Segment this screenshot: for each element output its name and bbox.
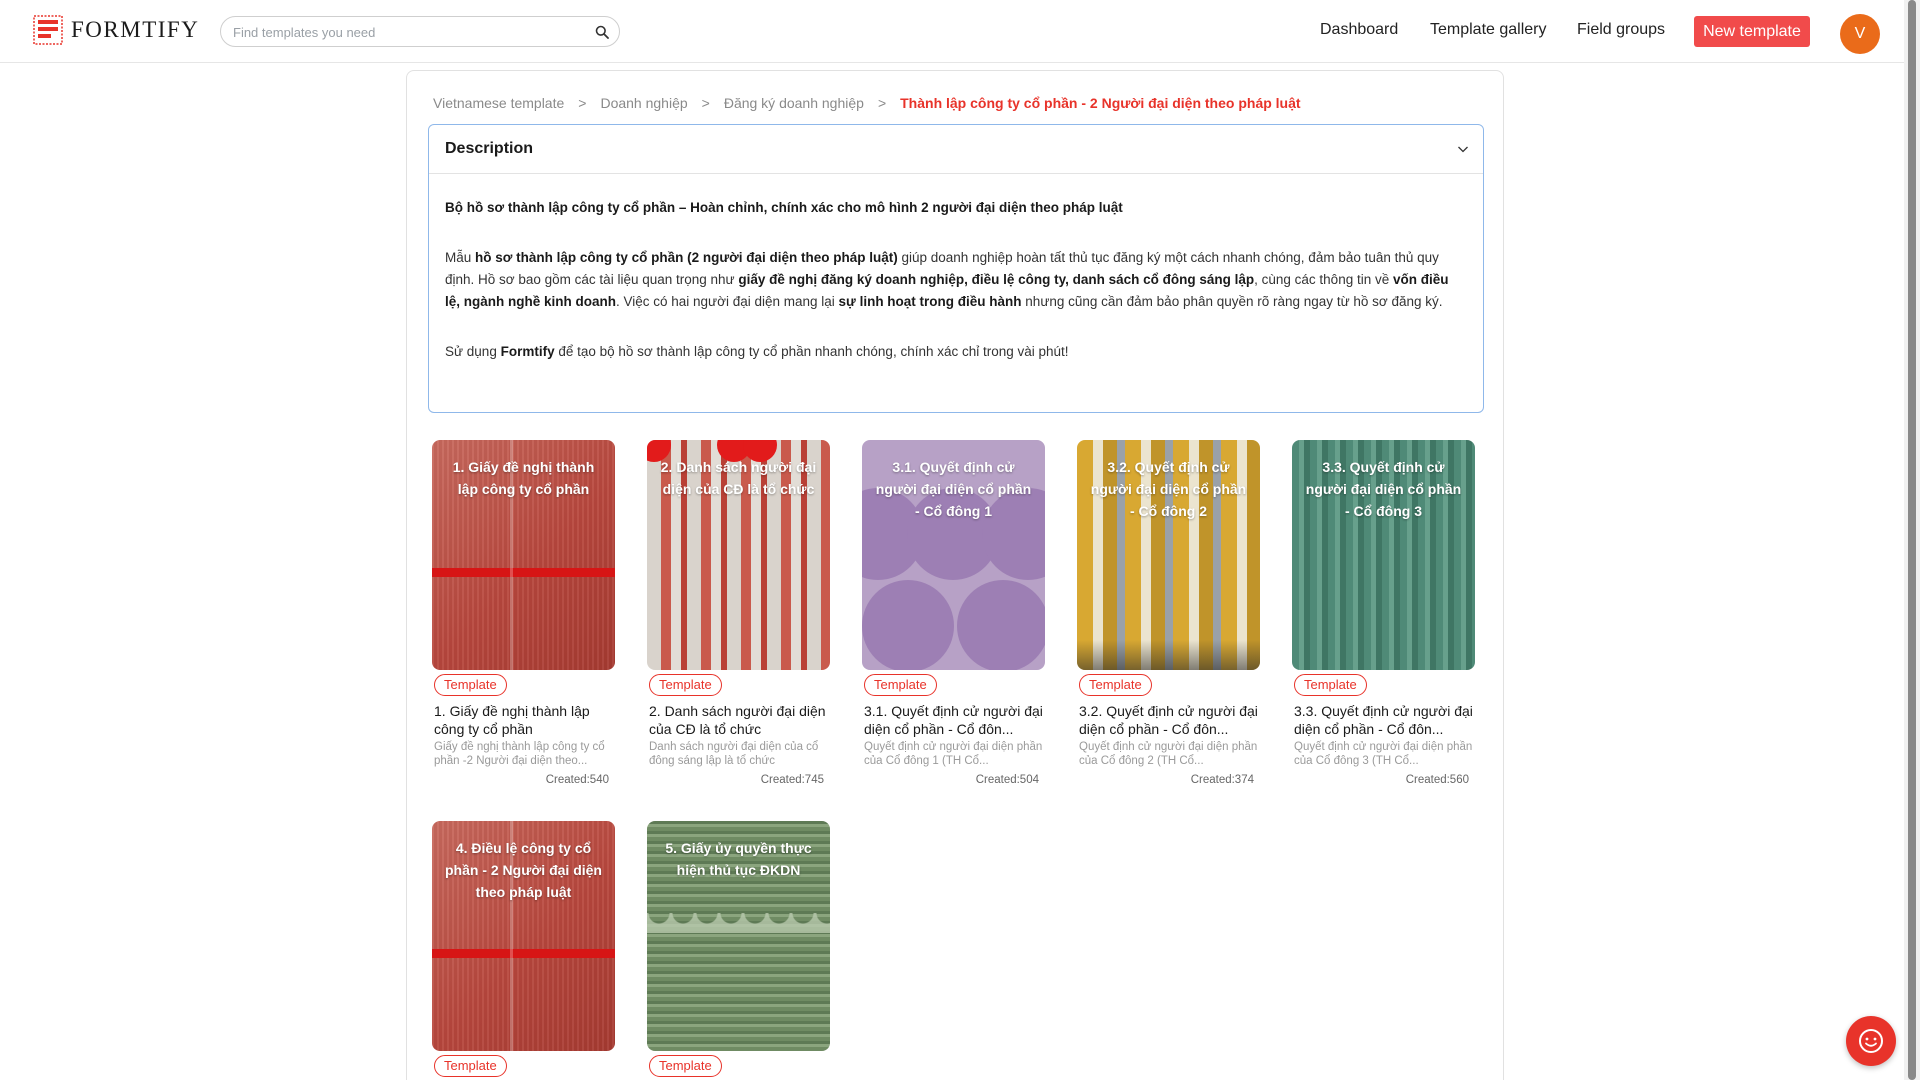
template-description: Giấy đề nghị thành lập công ty cổ phần -… bbox=[434, 741, 605, 767]
template-description: Danh sách người đại diện của cổ đông sán… bbox=[649, 741, 819, 767]
page-scrollbar[interactable] bbox=[1904, 0, 1920, 1080]
search-icon[interactable] bbox=[595, 25, 609, 39]
template-detail-panel: Vietnamese template > Doanh nghiệp > Đăn… bbox=[406, 70, 1504, 1080]
chevron-down-icon[interactable] bbox=[1457, 143, 1469, 155]
description-header[interactable]: Description bbox=[429, 125, 1483, 174]
scrollbar-thumb[interactable] bbox=[1908, 0, 1916, 1080]
thumbnail-title: 3.2. Quyết định cử người đại diện cổ phầ… bbox=[1090, 459, 1247, 519]
avatar[interactable]: V bbox=[1840, 14, 1880, 54]
description-headline: Bộ hồ sơ thành lập công ty cổ phần – Hoà… bbox=[445, 200, 1123, 215]
template-badge: Template bbox=[649, 674, 722, 696]
template-badge: Template bbox=[649, 1055, 722, 1077]
breadcrumb-current: Thành lập công ty cổ phần - 2 Người đại … bbox=[900, 95, 1301, 111]
nav-dashboard[interactable]: Dashboard bbox=[1320, 21, 1398, 39]
description-cta: Sử dụng Formtify để tạo bộ hồ sơ thành l… bbox=[445, 344, 1069, 359]
description-paragraph: Mẫu hồ sơ thành lập công ty cổ phần (2 n… bbox=[445, 250, 1449, 309]
template-name[interactable]: 2. Danh sách người đại diện của CĐ là tổ… bbox=[649, 702, 829, 738]
created-count: Created:540 bbox=[545, 774, 609, 786]
template-description: Quyết định cử người đại diện phần của Cổ… bbox=[1294, 741, 1473, 767]
template-thumbnail[interactable]: 3.3. Quyết định cử người đại diện cổ phầ… bbox=[1292, 440, 1475, 670]
template-thumbnail[interactable]: 5. Giấy ủy quyền thực hiện thủ tục ĐKDN bbox=[647, 821, 830, 1051]
template-badge: Template bbox=[864, 674, 937, 696]
top-header: FORMTIFY Dashboard Template gallery Fiel… bbox=[0, 0, 1904, 63]
template-badge: Template bbox=[1079, 674, 1152, 696]
template-badge: Template bbox=[1294, 674, 1367, 696]
template-thumbnail[interactable]: 1. Giấy đề nghị thành lập công ty cổ phầ… bbox=[432, 440, 615, 670]
search-input[interactable] bbox=[233, 23, 583, 41]
template-thumbnail[interactable]: 2. Danh sách người đại diện của CĐ là tổ… bbox=[647, 440, 830, 670]
chat-button[interactable] bbox=[1846, 1016, 1896, 1066]
template-card[interactable]: 3.3. Quyết định cử người đại diện cổ phầ… bbox=[1292, 440, 1477, 786]
breadcrumb-item-dang-ky[interactable]: Đăng ký doanh nghiệp bbox=[724, 95, 864, 111]
description-title: Description bbox=[445, 140, 534, 157]
breadcrumb-item-vietnamese-template[interactable]: Vietnamese template bbox=[433, 95, 564, 111]
template-card[interactable]: 5. Giấy ủy quyền thực hiện thủ tục ĐKDN … bbox=[647, 821, 832, 1077]
nav-template-gallery[interactable]: Template gallery bbox=[1430, 21, 1547, 39]
logo-text: FORMTIFY bbox=[71, 17, 200, 42]
template-name[interactable]: 1. Giấy đề nghị thành lập công ty cổ phầ… bbox=[434, 702, 614, 738]
new-template-button[interactable]: New template bbox=[1694, 16, 1810, 47]
template-card[interactable]: 4. Điều lệ công ty cổ phần - 2 Người đại… bbox=[432, 821, 617, 1077]
breadcrumb: Vietnamese template > Doanh nghiệp > Đăn… bbox=[433, 95, 1301, 111]
created-count: Created:560 bbox=[1405, 774, 1469, 786]
template-name[interactable]: 3.1. Quyết định cử người đại diện cổ phầ… bbox=[864, 702, 1044, 738]
description-body: Bộ hồ sơ thành lập công ty cổ phần – Hoà… bbox=[429, 174, 1483, 363]
template-name[interactable]: 3.2. Quyết định cử người đại diện cổ phầ… bbox=[1079, 702, 1259, 738]
breadcrumb-separator: > bbox=[877, 95, 887, 111]
formtify-logo-icon bbox=[33, 15, 63, 45]
thumbnail-title: 5. Giấy ủy quyền thực hiện thủ tục ĐKDN bbox=[665, 840, 812, 878]
template-description: Quyết định cử người đại diện phần của Cổ… bbox=[864, 741, 1043, 767]
nav-field-groups[interactable]: Field groups bbox=[1577, 21, 1665, 39]
created-count: Created:374 bbox=[1190, 774, 1254, 786]
created-count: Created:745 bbox=[760, 774, 824, 786]
chat-smile-icon bbox=[1859, 1029, 1883, 1053]
description-panel: Description Bộ hồ sơ thành lập công ty c… bbox=[428, 124, 1484, 413]
template-description: Quyết định cử người đại diện phần của Cổ… bbox=[1079, 741, 1258, 767]
thumbnail-title: 1. Giấy đề nghị thành lập công ty cổ phầ… bbox=[452, 459, 595, 497]
thumbnail-title: 4. Điều lệ công ty cổ phần - 2 Người đại… bbox=[445, 840, 602, 900]
thumbnail-title: 3.3. Quyết định cử người đại diện cổ phầ… bbox=[1305, 459, 1462, 519]
template-thumbnail[interactable]: 3.2. Quyết định cử người đại diện cổ phầ… bbox=[1077, 440, 1260, 670]
breadcrumb-separator: > bbox=[701, 95, 710, 111]
search-box[interactable] bbox=[220, 16, 620, 47]
template-thumbnail[interactable]: 4. Điều lệ công ty cổ phần - 2 Người đại… bbox=[432, 821, 615, 1051]
template-badge: Template bbox=[434, 674, 507, 696]
breadcrumb-item-doanh-nghiep[interactable]: Doanh nghiệp bbox=[600, 95, 687, 111]
thumbnail-title: 3.1. Quyết định cử người đại diện cổ phầ… bbox=[875, 459, 1032, 519]
template-card[interactable]: 1. Giấy đề nghị thành lập công ty cổ phầ… bbox=[432, 440, 617, 786]
template-name[interactable]: 3.3. Quyết định cử người đại diện cổ phầ… bbox=[1294, 702, 1474, 738]
template-thumbnail[interactable]: 3.1. Quyết định cử người đại diện cổ phầ… bbox=[862, 440, 1045, 670]
created-count: Created:504 bbox=[975, 774, 1039, 786]
logo[interactable]: FORMTIFY bbox=[33, 15, 199, 45]
thumbnail-title: 2. Danh sách người đại diện của CĐ là tổ… bbox=[660, 459, 817, 497]
template-card[interactable]: 3.2. Quyết định cử người đại diện cổ phầ… bbox=[1077, 440, 1262, 786]
template-card[interactable]: 3.1. Quyết định cử người đại diện cổ phầ… bbox=[862, 440, 1047, 786]
template-badge: Template bbox=[434, 1055, 507, 1077]
breadcrumb-separator: > bbox=[578, 95, 587, 111]
template-card[interactable]: 2. Danh sách người đại diện của CĐ là tổ… bbox=[647, 440, 832, 786]
